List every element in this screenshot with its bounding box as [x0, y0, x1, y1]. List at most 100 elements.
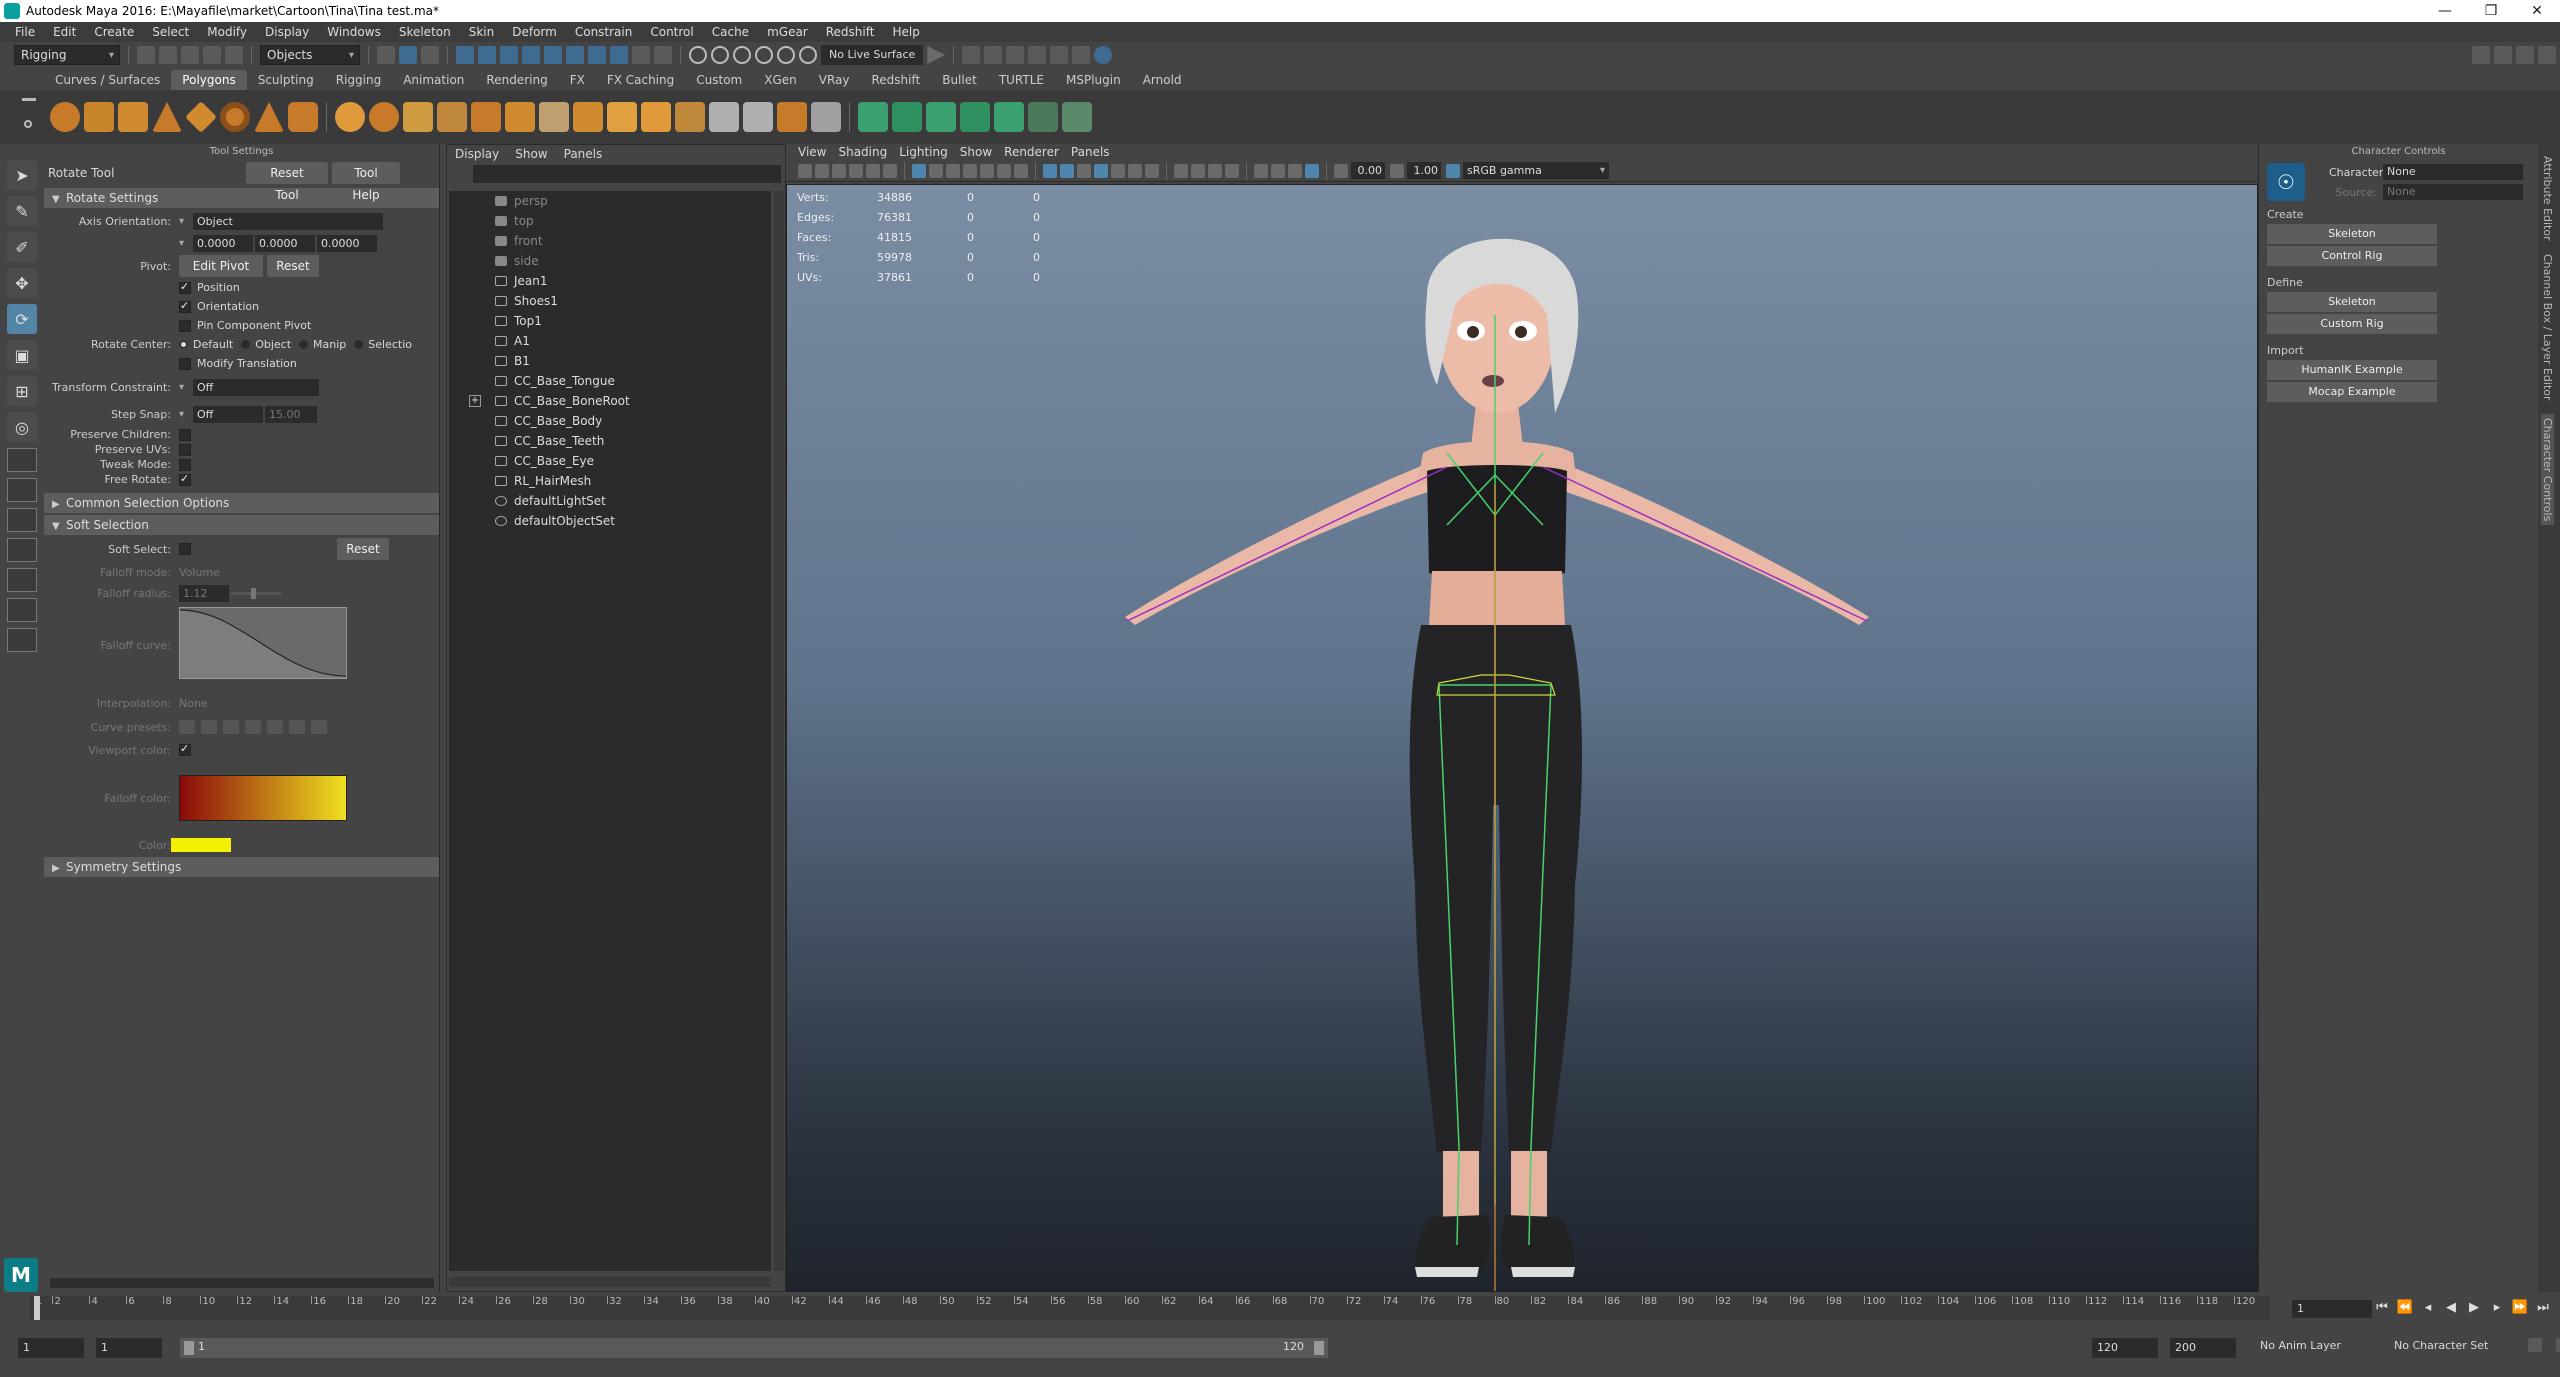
mask-rendering-icon[interactable] [588, 46, 606, 64]
bridge-icon[interactable] [539, 102, 569, 132]
new-scene-icon[interactable] [137, 46, 155, 64]
animation-preferences-icon[interactable] [2556, 1338, 2560, 1352]
redo-icon[interactable] [225, 46, 243, 64]
outliner-item[interactable]: CC_Base_Body [449, 411, 771, 431]
range-start-handle[interactable] [184, 1341, 194, 1355]
preserve-uvs-checkbox[interactable] [179, 443, 191, 456]
viewport-menu-lighting[interactable]: Lighting [893, 145, 954, 159]
color-swatch[interactable] [171, 838, 231, 852]
rotate-center-manip-radio[interactable] [299, 340, 309, 349]
outliner-persp-layout-icon[interactable] [7, 598, 37, 622]
shadows-icon[interactable] [1145, 163, 1159, 178]
modify-translation-checkbox[interactable] [179, 357, 191, 370]
save-scene-icon[interactable] [181, 46, 199, 64]
toggle-channel-box-icon[interactable] [2538, 46, 2556, 64]
depth-of-field-icon[interactable] [1225, 163, 1239, 178]
rotate-settings-section[interactable]: ▼ Rotate Settings [44, 188, 439, 208]
axis-y-field[interactable]: 0.0000 [255, 234, 315, 252]
undo-icon[interactable] [203, 46, 221, 64]
falloff-mode-dropdown[interactable]: Volume [179, 566, 255, 579]
screen-space-ao-icon[interactable] [1174, 163, 1188, 178]
grease-pencil-icon[interactable] [883, 163, 897, 178]
curve-preset-icon[interactable] [223, 720, 239, 734]
select-by-object-type-icon[interactable] [399, 46, 417, 64]
append-polygon-icon[interactable] [641, 102, 671, 132]
viewport-menu-renderer[interactable]: Renderer [998, 145, 1065, 159]
gamma-field[interactable]: 1.00 [1407, 162, 1441, 179]
bookmarks-icon[interactable] [832, 163, 846, 178]
axis-x-field[interactable]: 0.0000 [193, 234, 253, 252]
mask-dynamics-icon[interactable] [566, 46, 584, 64]
auto-key-icon[interactable] [2528, 1338, 2542, 1352]
redshift-ipr-icon[interactable] [1094, 46, 1113, 64]
channel-box-tab[interactable]: Channel Box / Layer Editor [2541, 254, 2554, 401]
falloff-radius-field[interactable]: 1.12 [179, 584, 229, 602]
open-scene-icon[interactable] [159, 46, 177, 64]
menu-control[interactable]: Control [641, 25, 702, 39]
xray-joints-icon[interactable] [1305, 163, 1319, 178]
toggle-attribute-editor-icon[interactable] [2494, 46, 2512, 64]
edit-pivot-button[interactable]: Edit Pivot [179, 255, 263, 277]
wireframe-on-shaded-icon[interactable] [1094, 163, 1108, 178]
falloff-curve-graph[interactable] [179, 607, 347, 679]
menu-display[interactable]: Display [256, 25, 318, 39]
insert-edge-loop-icon[interactable] [709, 102, 739, 132]
go-to-end-icon[interactable]: ⏭ [2533, 1300, 2553, 1315]
animation-end-field[interactable]: 200 [2170, 1338, 2236, 1358]
field-chart-icon[interactable] [980, 163, 994, 178]
current-frame-field[interactable]: 1 [2292, 1300, 2372, 1318]
outliner-horizontal-scrollbar[interactable] [449, 1277, 771, 1287]
playback-end-field[interactable]: 120 [2092, 1338, 2158, 1358]
persp-uv-layout-icon[interactable] [7, 568, 37, 592]
menu-redshift[interactable]: Redshift [817, 25, 884, 39]
last-tool-icon[interactable]: ⊞ [7, 376, 37, 406]
anim-layer-dropdown[interactable]: No Anim Layer [2260, 1339, 2380, 1352]
pivot-reset-button[interactable]: Reset [267, 255, 319, 277]
merge-icon[interactable] [777, 102, 807, 132]
lasso-tool-icon[interactable]: ✎ [7, 196, 37, 226]
menu-deform[interactable]: Deform [503, 25, 566, 39]
extrude-icon[interactable] [573, 102, 603, 132]
outliner-search-field[interactable] [473, 165, 781, 183]
range-end-handle[interactable] [1314, 1341, 1324, 1355]
outliner-item[interactable]: defaultObjectSet [449, 511, 771, 531]
menu-select[interactable]: Select [143, 25, 198, 39]
menu-windows[interactable]: Windows [318, 25, 390, 39]
lock-selection-icon[interactable] [632, 46, 650, 64]
rotate-center-selection-radio[interactable] [354, 340, 364, 349]
image-plane-icon[interactable] [849, 163, 863, 178]
shelf-tab-fx[interactable]: FX [559, 70, 596, 90]
poly-pyramid-icon[interactable] [254, 102, 284, 132]
shelf-tab-sculpting[interactable]: Sculpting [247, 70, 325, 90]
curve-preset-icon[interactable] [289, 720, 305, 734]
single-perspective-layout-icon[interactable] [7, 448, 37, 472]
menu-file[interactable]: File [6, 25, 44, 39]
shelf-tab-redshift[interactable]: Redshift [861, 70, 932, 90]
outliner-item[interactable]: Top1 [449, 311, 771, 331]
position-checkbox[interactable] [179, 280, 191, 294]
use-default-material-icon[interactable] [1077, 163, 1091, 178]
orientation-checkbox[interactable] [179, 299, 191, 313]
poly-cube-icon[interactable] [84, 102, 114, 132]
spherical-mapping-icon[interactable] [926, 102, 956, 132]
menu-modify[interactable]: Modify [198, 25, 256, 39]
step-forward-frame-icon[interactable]: ▸ [2487, 1300, 2507, 1315]
scale-tool-icon[interactable]: ▣ [7, 340, 37, 370]
close-button[interactable]: ✕ [2514, 0, 2560, 22]
tweak-mode-checkbox[interactable] [179, 458, 191, 471]
snap-to-view-plane-icon[interactable] [755, 46, 773, 64]
combine-icon[interactable] [335, 102, 365, 132]
poly-sphere-icon[interactable] [50, 102, 80, 132]
outliner-item[interactable]: A1 [449, 331, 771, 351]
2d-pan-zoom-icon[interactable] [866, 163, 880, 178]
render-current-frame-icon[interactable] [984, 46, 1003, 64]
mask-handles-icon[interactable] [456, 46, 474, 64]
define-skeleton-button[interactable]: Skeleton [2267, 292, 2437, 312]
outliner-item[interactable]: Jean1 [449, 271, 771, 291]
outliner-item[interactable]: defaultLightSet [449, 491, 771, 511]
select-tool-icon[interactable]: ➤ [7, 160, 37, 190]
separate-icon[interactable] [369, 102, 399, 132]
redshift-render-icon[interactable] [1072, 46, 1091, 64]
uv-editor-icon[interactable] [811, 102, 841, 132]
select-by-component-icon[interactable] [421, 46, 439, 64]
